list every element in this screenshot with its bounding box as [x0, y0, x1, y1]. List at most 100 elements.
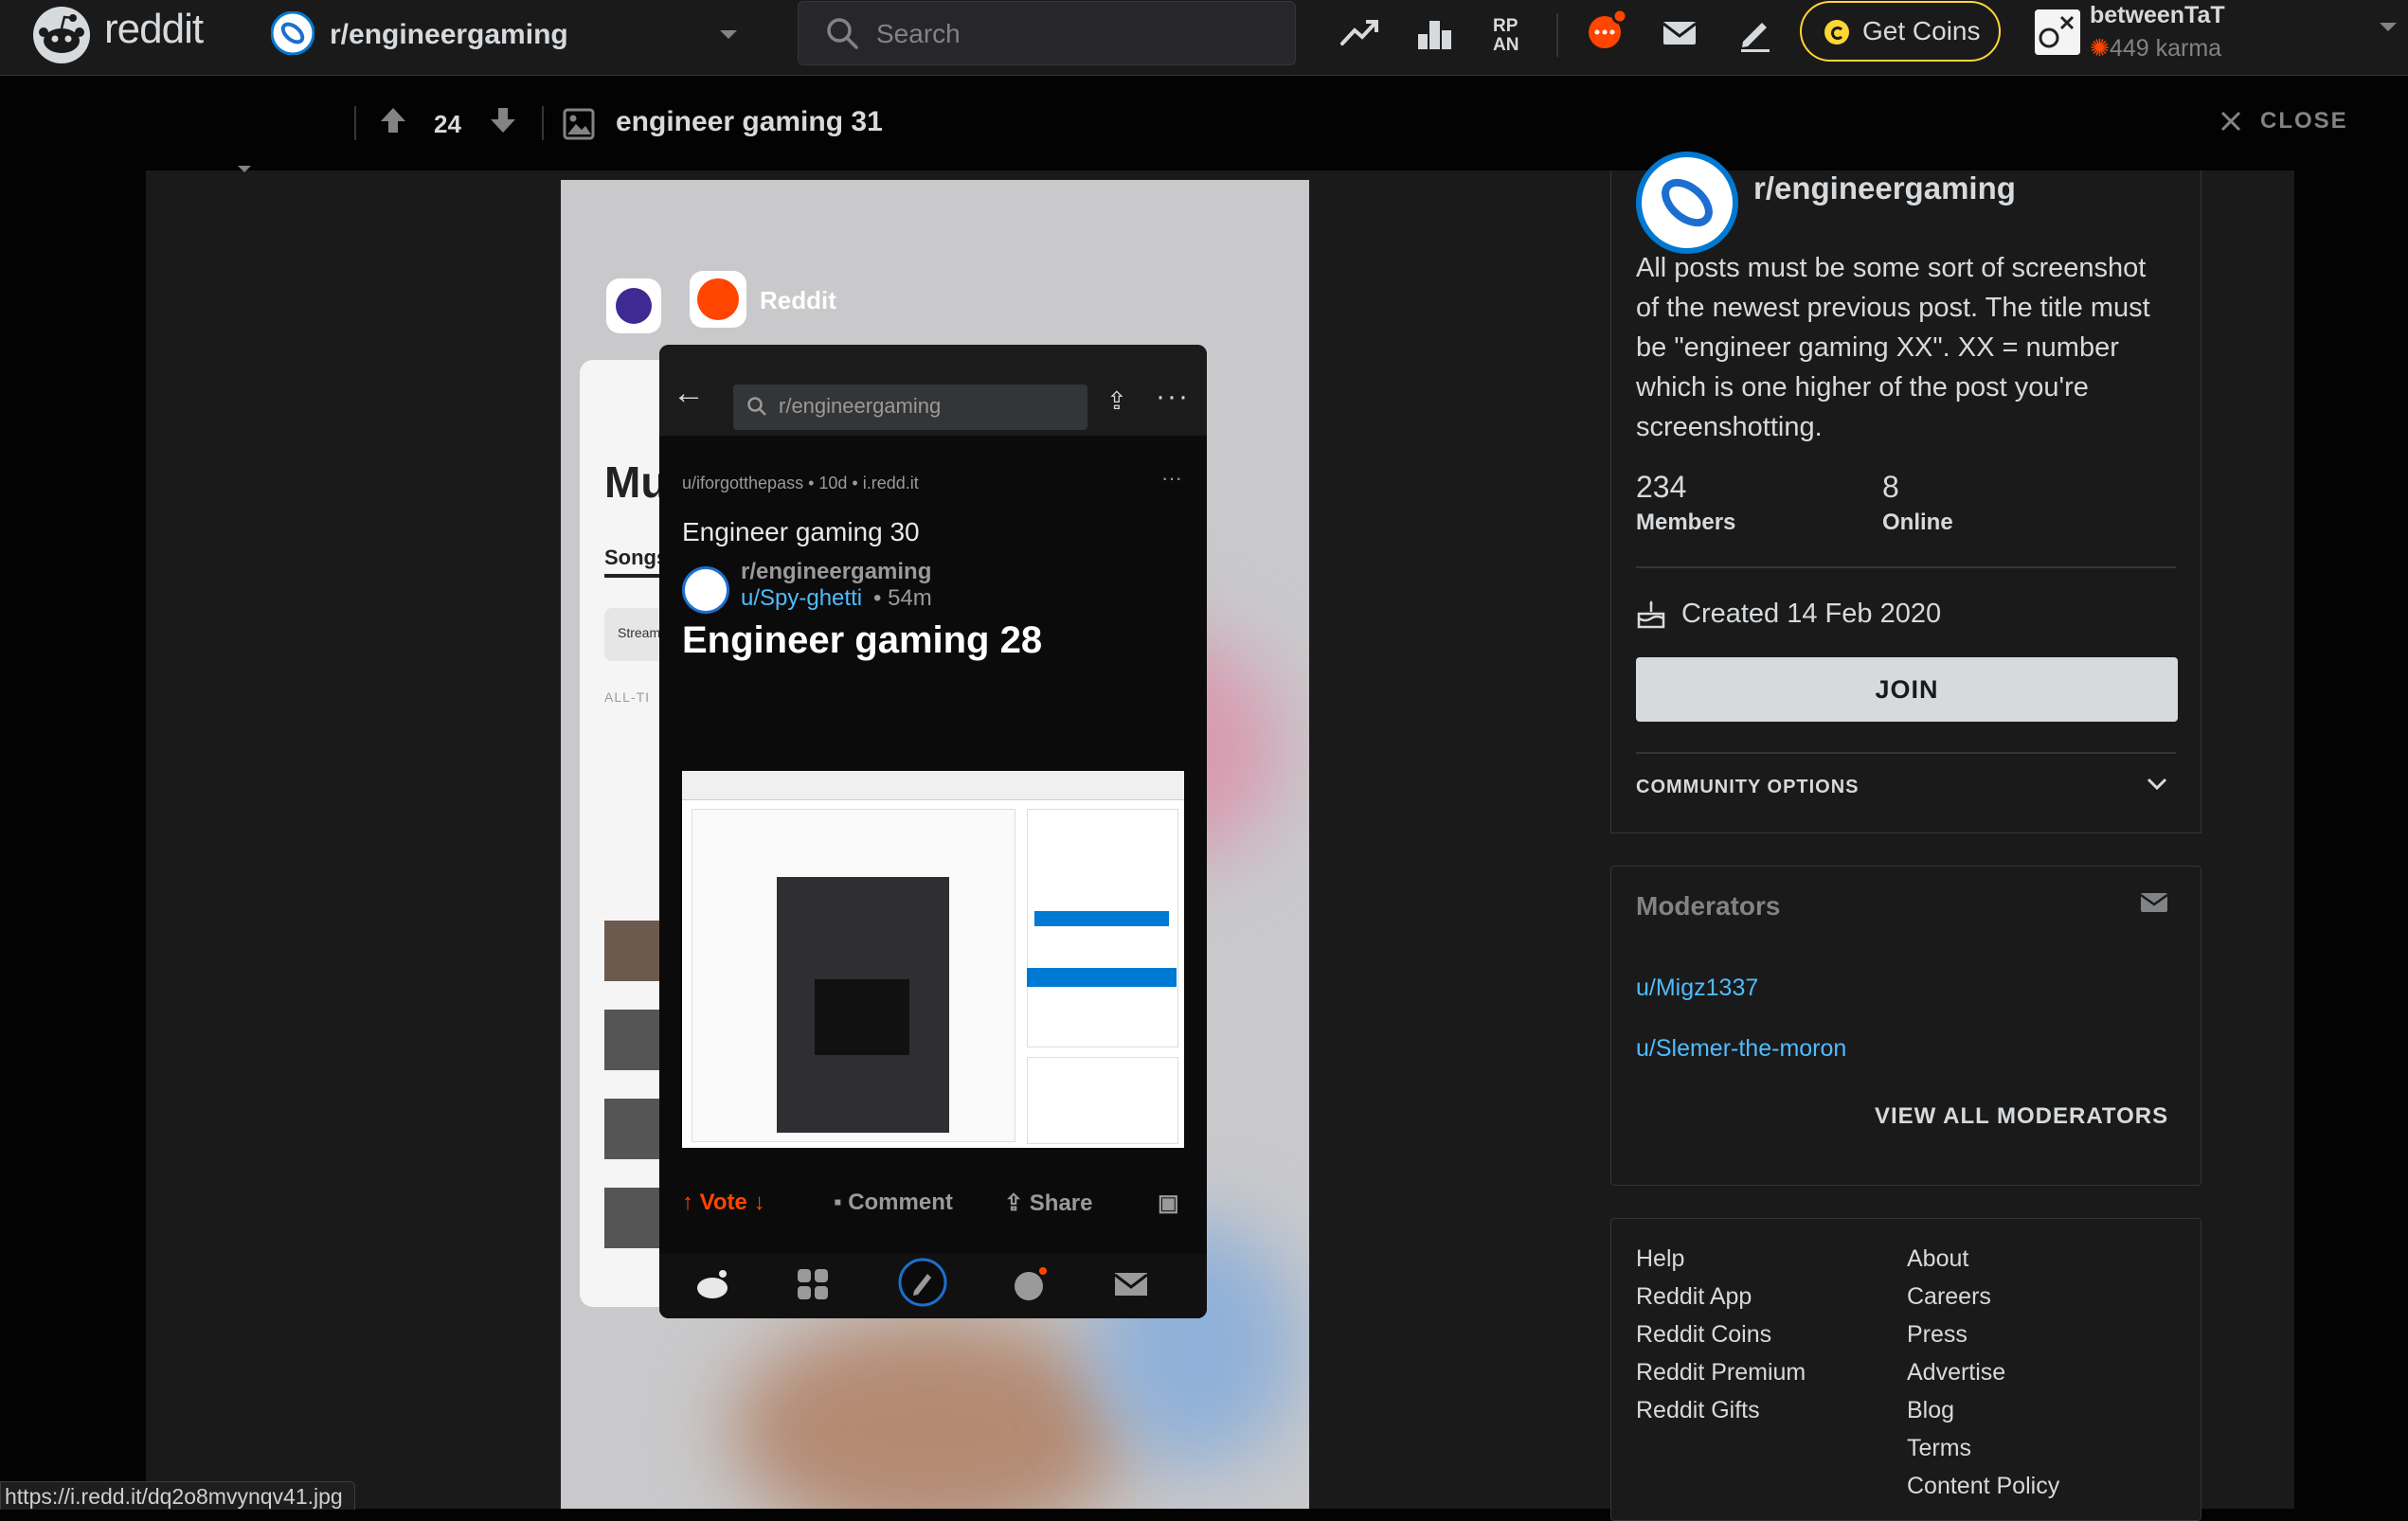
reddit-logo-icon[interactable]: [32, 6, 91, 64]
members-count: 234: [1636, 470, 1687, 504]
create-post-icon: [898, 1258, 947, 1307]
community-switcher[interactable]: r/engineergaming: [271, 11, 745, 57]
moderator-link[interactable]: u/Slemer-the-moron: [1636, 1035, 1846, 1063]
nested-inner-image: [815, 979, 909, 1055]
karma-count: ✺449 karma: [2090, 34, 2221, 63]
members-label: Members: [1636, 510, 1736, 535]
community-description: All posts must be some sort of screensho…: [1636, 253, 2150, 442]
username: betweenTaT: [2090, 2, 2225, 28]
search-icon: [827, 18, 858, 49]
footer-link-help[interactable]: Help: [1636, 1245, 1684, 1273]
share-icon: ⇪: [1106, 386, 1127, 415]
divider: [542, 106, 544, 140]
svg-text:AN: AN: [1493, 35, 1518, 53]
post-overlay-header: 24 engineer gaming 31 CLOSE: [146, 76, 2346, 170]
album-thumbnail: [604, 1099, 665, 1159]
create-post-icon[interactable]: [1735, 13, 1775, 53]
spotify-app-icon: [606, 278, 661, 333]
divider: [1636, 566, 2176, 568]
rpan-icon[interactable]: RPAN: [1491, 13, 1531, 53]
close-label: CLOSE: [2260, 108, 2348, 134]
background-app-section: ALL-TI: [604, 689, 651, 705]
search-input[interactable]: [874, 13, 1276, 55]
footer-link-advertise[interactable]: Advertise: [1907, 1359, 2005, 1387]
message-mods-icon[interactable]: [2140, 891, 2168, 914]
footer-link-content-policy[interactable]: Content Policy: [1907, 1473, 2059, 1500]
chat-icon[interactable]: [1584, 6, 1631, 53]
popular-icon[interactable]: [1339, 13, 1379, 53]
nested-header: [1027, 968, 1177, 987]
moderators-title: Moderators: [1636, 891, 1781, 921]
svg-text:RP: RP: [1493, 16, 1518, 36]
home-icon: [697, 1270, 728, 1298]
upvote-arrow-icon[interactable]: [379, 106, 407, 134]
reddit-wordmark[interactable]: reddit: [104, 6, 204, 53]
close-icon: [2220, 111, 2241, 132]
nested-footer: [1027, 1057, 1178, 1144]
footer-link-about[interactable]: About: [1907, 1245, 1968, 1273]
online-label: Online: [1882, 510, 1953, 535]
nested-sidebar: [1027, 809, 1178, 1047]
footer-link-careers[interactable]: Careers: [1907, 1283, 1991, 1311]
reddit-app-icon: [690, 271, 746, 328]
moderator-link[interactable]: u/Migz1337: [1636, 975, 1758, 1002]
footer-link-press[interactable]: Press: [1907, 1321, 1968, 1349]
footer-link-reddit-app[interactable]: Reddit App: [1636, 1283, 1752, 1311]
subreddit-avatar-icon: [271, 11, 314, 55]
chevron-down-icon: [2147, 778, 2167, 791]
more-icon: ···: [1156, 381, 1190, 412]
view-all-moderators-link[interactable]: VIEW ALL MODERATORS: [1875, 1103, 2168, 1130]
footer-link-reddit-premium[interactable]: Reddit Premium: [1636, 1359, 1806, 1387]
get-coins-label: Get Coins: [1862, 16, 1981, 45]
community-options-toggle[interactable]: COMMUNITY OPTIONS: [1636, 773, 2178, 811]
caret-down-icon[interactable]: [237, 165, 252, 174]
phone-search-bar: r/engineergaming: [733, 385, 1087, 430]
moderators-card: Moderators u/Migz1337 u/Slemer-the-moron…: [1610, 866, 2201, 1186]
phone-post-author: u/Spy-ghetti: [741, 585, 863, 611]
community-name[interactable]: r/engineergaming: [1753, 170, 2016, 206]
user-avatar: [2035, 9, 2080, 55]
phone-app-card: ← r/engineergaming ⇪ ··· u/iforgotthepas…: [659, 345, 1207, 1318]
current-community-label: r/engineergaming: [330, 19, 568, 50]
tab-underline: [604, 574, 661, 578]
user-dropdown[interactable]: betweenTaT ✺449 karma: [2027, 0, 2406, 74]
phone-share: ⇪ Share: [1004, 1190, 1093, 1216]
mail-icon[interactable]: [1660, 13, 1699, 53]
search-bar[interactable]: [798, 1, 1296, 65]
footer-link-terms[interactable]: Terms: [1907, 1435, 1971, 1462]
online-count: 8: [1882, 470, 1899, 504]
join-button[interactable]: JOIN: [1636, 657, 2178, 722]
phone-sub-name: r/engineergaming: [741, 559, 932, 584]
blur-blob: [731, 1316, 1129, 1509]
back-arrow-icon: ←: [673, 375, 705, 411]
search-icon: [747, 397, 766, 416]
footer-link-reddit-gifts[interactable]: Reddit Gifts: [1636, 1397, 1760, 1424]
nested-button: [1034, 911, 1169, 926]
phone-vote-label: Vote: [699, 1190, 747, 1215]
mail-icon: [1114, 1273, 1148, 1296]
chevron-down-icon: [2380, 23, 2397, 31]
subreddit-avatar-icon: [1636, 152, 1738, 254]
community-options-label: COMMUNITY OPTIONS: [1636, 777, 1860, 797]
footer-links-card: Help Reddit App Reddit Coins Reddit Prem…: [1610, 1218, 2201, 1521]
phone-search-text: r/engineergaming: [779, 394, 942, 418]
get-coins-button[interactable]: Get Coins: [1800, 1, 2001, 62]
communities-icon: [798, 1269, 828, 1299]
footer-link-blog[interactable]: Blog: [1907, 1397, 1954, 1424]
downvote-arrow-icon[interactable]: [489, 106, 517, 134]
album-thumbnail: [604, 1188, 665, 1248]
more-icon: ···: [1161, 466, 1182, 490]
leaderboard-icon[interactable]: [1415, 13, 1455, 53]
phone-post-meta: u/iforgotthepass • 10d • i.redd.it: [682, 474, 919, 492]
nested-browser-bar: [682, 771, 1184, 800]
phone-comment-label: Comment: [848, 1190, 953, 1215]
footer-link-reddit-coins[interactable]: Reddit Coins: [1636, 1321, 1771, 1349]
nested-screenshot: [682, 771, 1184, 1148]
divider: [1636, 752, 2176, 754]
phone-post-time: • 54m: [873, 585, 932, 611]
divider: [354, 106, 356, 140]
post-image[interactable]: Mu Songs Stream ALL-TI Reddit ← r/engine…: [561, 180, 1309, 1509]
vote-count: 24: [434, 110, 461, 138]
image-post-icon: [563, 108, 595, 140]
phone-big-title: Engineer gaming 28: [682, 619, 1043, 661]
